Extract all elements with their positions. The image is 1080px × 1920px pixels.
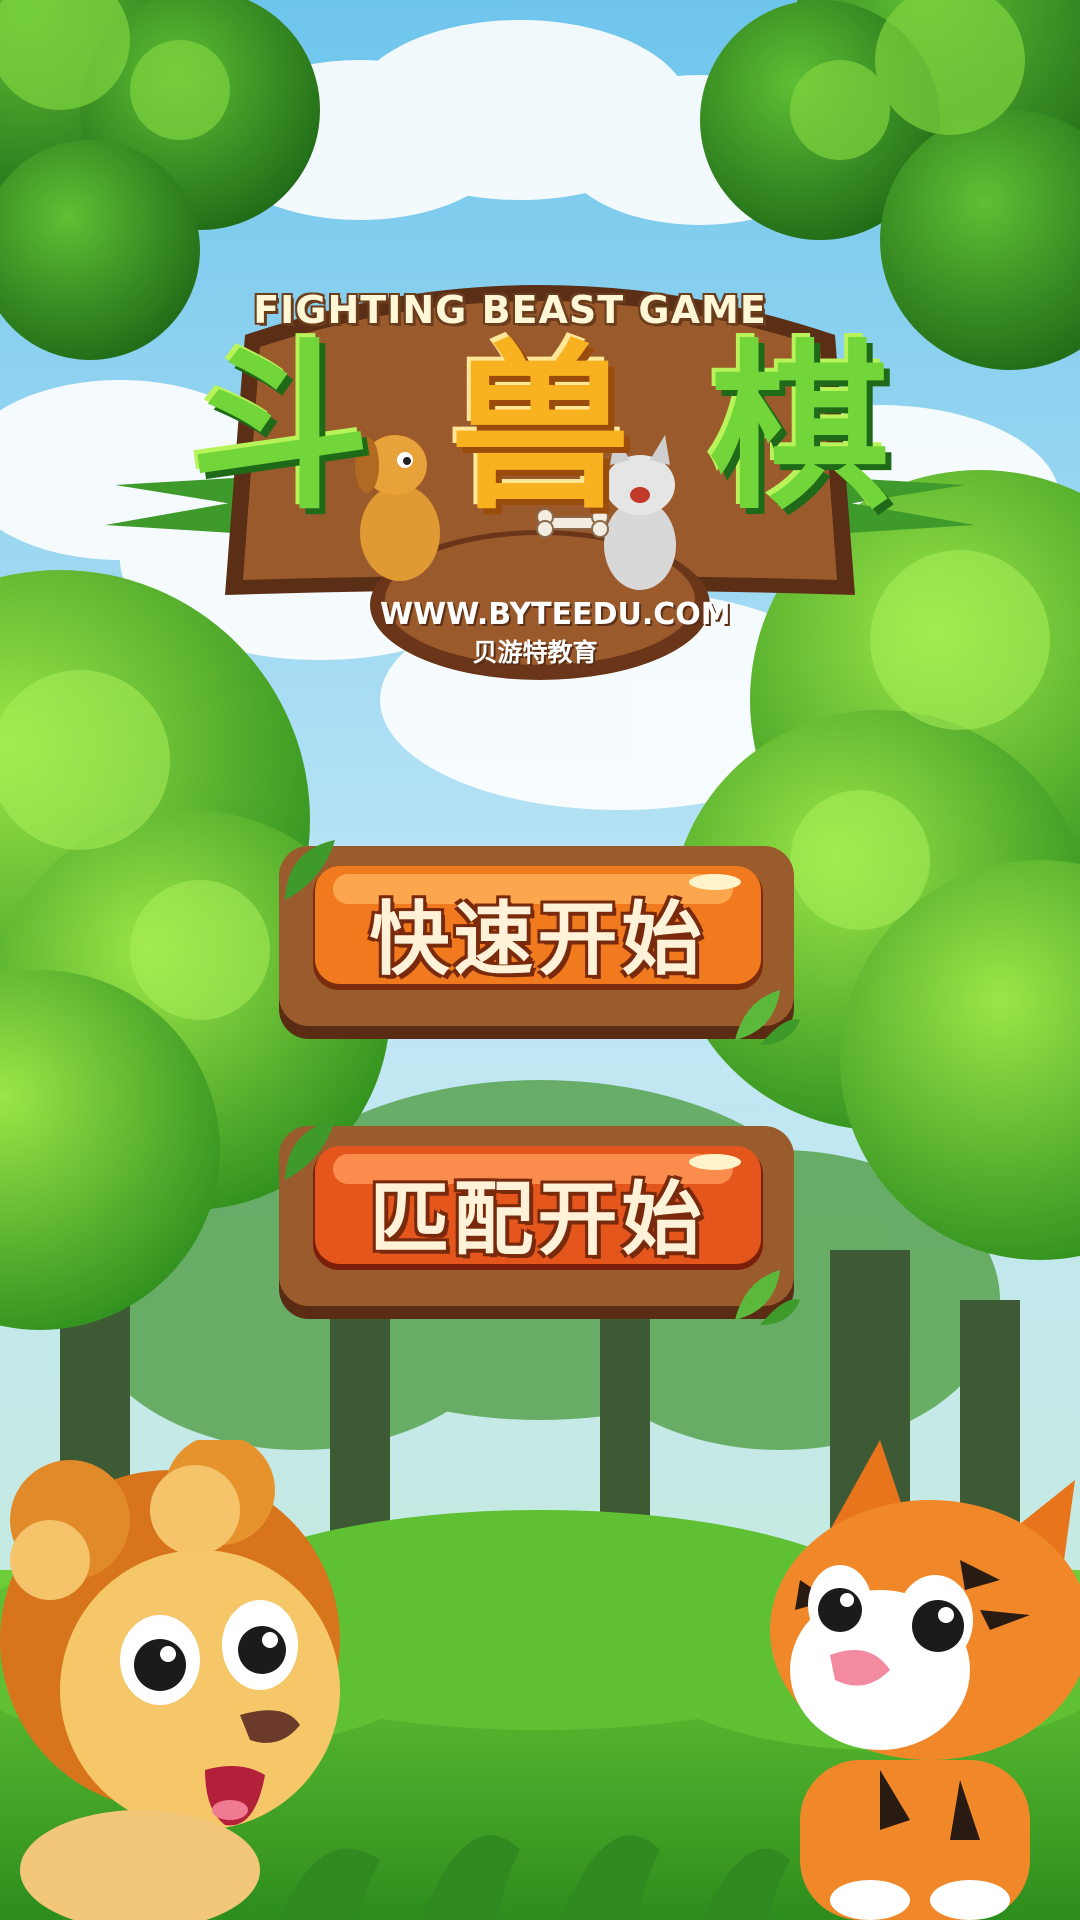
game-title: 斗 兽 棋 (190, 340, 890, 520)
lion-character (0, 1440, 340, 1920)
match-start-label: 匹配开始 (369, 1172, 706, 1266)
quick-start-button[interactable]: 快速开始 (275, 840, 800, 1050)
title-char-3: 棋 (709, 325, 890, 534)
quick-start-label: 快速开始 (369, 892, 706, 986)
logo-url: WWW.BYTEEDU.COM (380, 597, 731, 632)
title-char-1: 斗 (190, 325, 371, 534)
title-char-2: 兽 (449, 325, 630, 534)
match-start-button[interactable]: 匹配开始 (275, 1120, 800, 1330)
logo-brand: 贝游特教育 (472, 638, 598, 667)
tiger-character (770, 1440, 1080, 1920)
